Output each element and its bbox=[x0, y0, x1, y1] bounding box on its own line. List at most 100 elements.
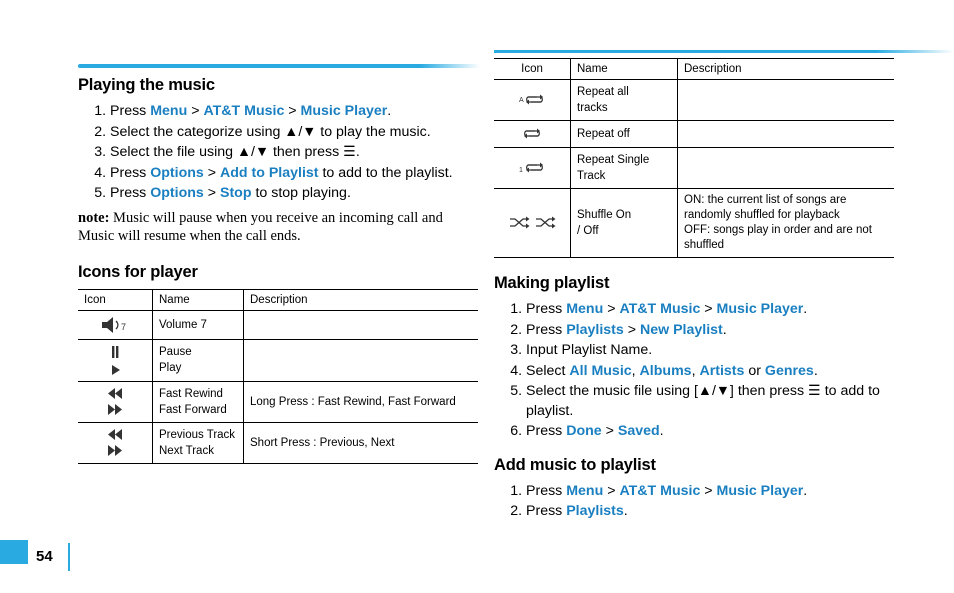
repeat-off-icon bbox=[494, 120, 571, 148]
svg-text:7: 7 bbox=[121, 322, 126, 332]
step-keyword: Stop bbox=[219, 185, 252, 201]
step-text: Select the file using ▲/▼ then press bbox=[110, 144, 344, 160]
step-text: > bbox=[284, 103, 301, 119]
step-item: Press Menu > AT&T Music > Music Player. bbox=[526, 300, 894, 320]
table-header-row: Icon Name Description bbox=[78, 289, 478, 311]
repeat-shuffle-icons-table: Icon Name Description A Repeat all track… bbox=[494, 58, 894, 258]
name-line: Pause bbox=[159, 346, 192, 358]
step-text: Press bbox=[526, 482, 567, 499]
step-text: Select bbox=[526, 362, 570, 379]
step-keyword: Genres bbox=[764, 362, 814, 379]
row-description bbox=[677, 79, 894, 121]
prev-next-track-icon bbox=[78, 422, 153, 464]
name-line: Fast Rewind bbox=[159, 387, 223, 400]
name-line: Shuffle On bbox=[577, 209, 632, 221]
making-playlist-heading: Making playlist bbox=[494, 274, 610, 292]
step-text: > bbox=[700, 482, 717, 499]
step-keyword: Menu bbox=[566, 301, 604, 317]
step-item: Press Done > Saved. bbox=[526, 422, 894, 442]
step-item: Select the music file using [▲/▼] then p… bbox=[526, 382, 894, 421]
step-text: . bbox=[623, 503, 628, 519]
row-name: Repeat off bbox=[570, 120, 678, 148]
step-keyword: New Playlist bbox=[639, 321, 723, 338]
step-text: Press bbox=[526, 423, 567, 439]
shuffle-icon bbox=[494, 188, 571, 258]
step-text: . bbox=[803, 301, 808, 317]
left-column-top-rule bbox=[78, 64, 473, 68]
name-line: Repeat Single bbox=[577, 154, 650, 166]
step-keyword: Options bbox=[150, 185, 204, 201]
step-keyword: AT&T Music bbox=[619, 301, 701, 317]
manual-page: 54 Playing the music Press Menu > AT&T M… bbox=[0, 0, 954, 593]
name-line: Repeat all bbox=[577, 86, 629, 98]
step-item: Press Options > Add to Playlist to add t… bbox=[110, 164, 478, 184]
step-item: Press Menu > AT&T Music > Music Player. bbox=[110, 102, 478, 122]
row-description: Short Press : Previous, Next bbox=[243, 422, 478, 464]
step-text: Press bbox=[110, 164, 151, 181]
svg-text:1: 1 bbox=[519, 167, 523, 174]
row-description bbox=[677, 120, 894, 148]
col-header-description: Description bbox=[243, 289, 478, 311]
row-description: Long Press : Fast Rewind, Fast Forward bbox=[243, 381, 478, 423]
step-text: Press bbox=[110, 103, 151, 119]
playing-the-music-note: note: Music will pause when you receive … bbox=[78, 209, 478, 245]
name-line: tracks bbox=[577, 102, 608, 114]
row-name: Shuffle On / Off bbox=[570, 188, 678, 258]
table-row: Fast Rewind Fast Forward Long Press : Fa… bbox=[78, 381, 478, 423]
step-text: Press bbox=[526, 321, 567, 338]
name-line: Volume 7 bbox=[159, 318, 207, 331]
table-row: Pause Play bbox=[78, 339, 478, 382]
step-keyword: Saved bbox=[617, 423, 660, 439]
step-keyword: Music Player bbox=[716, 482, 804, 499]
step-text: Input Playlist Name. bbox=[526, 342, 653, 358]
step-keyword: Music Player bbox=[300, 103, 388, 119]
step-item: Press Options > Stop to stop playing. bbox=[110, 184, 478, 204]
icons-for-player-heading: Icons for player bbox=[78, 262, 198, 281]
step-keyword: Options bbox=[150, 164, 204, 181]
step-text: > bbox=[603, 301, 620, 317]
step-text: > bbox=[601, 423, 618, 439]
step-keyword: Menu bbox=[566, 482, 604, 499]
step-keyword: Done bbox=[566, 423, 602, 439]
add-music-to-playlist-heading: Add music to playlist bbox=[494, 455, 656, 474]
step-item: Select the file using ▲/▼ then press ☰. bbox=[110, 143, 478, 163]
step-text: Select the music file using [▲/▼] then p… bbox=[526, 383, 809, 399]
col-header-name: Name bbox=[152, 289, 244, 311]
table-row: A Repeat all tracks bbox=[494, 79, 894, 121]
right-column-top-rule-fade bbox=[876, 50, 954, 53]
step-keyword: Artists bbox=[699, 362, 745, 379]
page-number: 54 bbox=[36, 548, 53, 565]
step-item: Select All Music, Albums, Artists or Gen… bbox=[526, 362, 894, 382]
step-text: Select the categorize using ▲/▼ to play … bbox=[110, 123, 431, 140]
row-description bbox=[243, 339, 478, 382]
row-name: Pause Play bbox=[152, 339, 244, 382]
row-name: Fast Rewind Fast Forward bbox=[152, 381, 244, 423]
row-name: Previous Track Next Track bbox=[152, 422, 244, 464]
pause-play-icon bbox=[78, 339, 153, 382]
col-header-icon: Icon bbox=[494, 58, 571, 80]
step-text: Press bbox=[526, 301, 567, 317]
step-keyword: Playlists bbox=[566, 321, 624, 338]
table-row: Shuffle On / Off ON: the current list of… bbox=[494, 188, 894, 258]
step-text: > bbox=[203, 185, 220, 201]
step-keyword: AT&T Music bbox=[619, 482, 701, 499]
step-text: . bbox=[659, 423, 664, 439]
step-item: Press Playlists > New Playlist. bbox=[526, 321, 894, 341]
row-name: Volume 7 bbox=[152, 310, 244, 340]
step-text: , bbox=[631, 362, 640, 379]
right-column: Icon Name Description A Repeat all track… bbox=[494, 58, 894, 523]
name-line: Repeat off bbox=[577, 128, 630, 140]
step-keyword: All Music bbox=[569, 362, 632, 379]
name-line: / Off bbox=[577, 225, 599, 237]
step-text: to add to the playlist. bbox=[318, 164, 453, 181]
step-text: to stop playing. bbox=[251, 185, 351, 201]
table-row: Previous Track Next Track Short Press : … bbox=[78, 422, 478, 464]
name-line: Previous Track bbox=[159, 428, 236, 441]
rewind-forward-icon bbox=[78, 381, 153, 423]
step-text: > bbox=[203, 164, 220, 181]
repeat-all-icon: A bbox=[494, 79, 571, 121]
step-item: Select the categorize using ▲/▼ to play … bbox=[110, 123, 478, 143]
name-line: Track bbox=[577, 170, 606, 182]
name-line: Next Track bbox=[159, 444, 214, 457]
step-text: > bbox=[700, 301, 717, 317]
